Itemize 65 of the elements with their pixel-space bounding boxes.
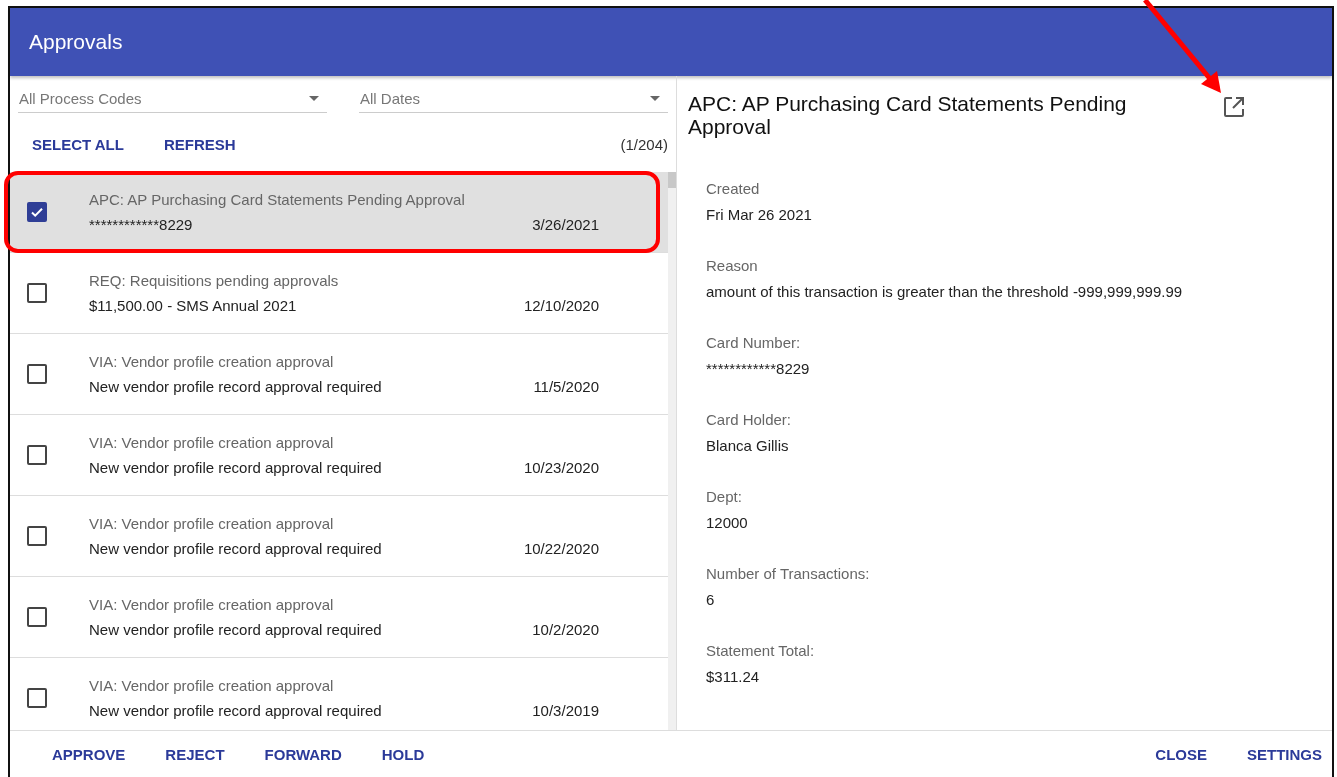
- field-label: Number of Transactions:: [706, 565, 871, 582]
- field-label: Statement Total:: [706, 642, 816, 659]
- field-value: ************8229: [706, 360, 811, 377]
- field-label: Card Number:: [706, 334, 802, 351]
- item-date: 10/3/2019: [532, 702, 599, 719]
- item-subtitle: New vendor profile record approval required: [89, 621, 382, 638]
- item-count: (1/204): [620, 135, 668, 153]
- item-date: 10/22/2020: [523, 540, 599, 557]
- checkbox[interactable]: [27, 283, 47, 303]
- item-subtitle: $11,500.00 - SMS Annual 2021: [89, 297, 297, 314]
- item-date: 11/5/2020: [533, 378, 599, 395]
- open-in-new-icon[interactable]: [1223, 96, 1245, 118]
- footer-action-button[interactable]: FORWARD: [254, 739, 352, 769]
- field-value: Blanca Gillis: [706, 437, 790, 454]
- item-title: VIA: Vendor profile creation approval: [89, 353, 335, 370]
- item-subtitle: New vendor profile record approval required: [89, 702, 382, 719]
- footer-action-button[interactable]: SETTINGS: [1237, 739, 1332, 769]
- approval-item[interactable]: VIA: Vendor profile creation approval New vendor profile record approval required 10/23/2020: [10, 415, 668, 496]
- checkbox[interactable]: [27, 526, 47, 546]
- field-value: Fri Mar 26 2021: [706, 206, 813, 223]
- footer-action-button[interactable]: HOLD: [371, 739, 435, 769]
- checkbox[interactable]: [27, 445, 47, 465]
- item-date: 10/2/2020: [532, 621, 599, 638]
- filter-dropdown[interactable]: All Process Codes: [18, 84, 327, 113]
- item-title: VIA: Vendor profile creation approval: [89, 515, 335, 532]
- item-title: REQ: Requisitions pending approvals: [89, 272, 340, 289]
- detail-title: APC: AP Purchasing Card Statements Pending Approval: [688, 92, 1128, 138]
- approval-item[interactable]: APC: AP Purchasing Card Statements Pending Approval ************8229 3/26/2021: [10, 172, 668, 253]
- item-date: 3/26/2021: [532, 216, 599, 233]
- footer-action-button[interactable]: APPROVE: [42, 739, 136, 769]
- item-title: APC: AP Purchasing Card Statements Pending Approval: [89, 191, 466, 208]
- caret-icon: [309, 95, 319, 101]
- footer-action-button[interactable]: REJECT: [155, 739, 235, 769]
- item-title: VIA: Vendor profile creation approval: [89, 434, 335, 451]
- item-date: 12/10/2020: [523, 297, 599, 314]
- checkbox[interactable]: [27, 607, 47, 627]
- field-label: Reason: [706, 257, 759, 274]
- item-title: VIA: Vendor profile creation approval: [89, 596, 335, 613]
- field-value: 12000: [706, 514, 749, 531]
- approval-item[interactable]: VIA: Vendor profile creation approval New vendor profile record approval required 10/2/2020: [10, 577, 668, 658]
- field-value: $311.24: [706, 668, 761, 685]
- approval-item[interactable]: REQ: Requisitions pending approvals $11,500.00 - SMS Annual 2021 12/10/2020: [10, 253, 668, 334]
- window-title: Approvals: [29, 30, 123, 54]
- item-subtitle: New vendor profile record approval required: [89, 378, 382, 395]
- scrollbar[interactable]: [668, 172, 676, 730]
- field-value: 6: [706, 591, 716, 608]
- item-subtitle: New vendor profile record approval required: [89, 459, 382, 476]
- checkbox[interactable]: [27, 688, 47, 708]
- list-action-button[interactable]: SELECT ALL: [22, 129, 134, 159]
- list-action-button[interactable]: REFRESH: [153, 129, 246, 159]
- footer-action-button[interactable]: CLOSE: [1145, 739, 1217, 769]
- filter-dropdown[interactable]: All Dates: [359, 84, 668, 113]
- field-label: Card Holder:: [706, 411, 793, 428]
- approval-item[interactable]: VIA: Vendor profile creation approval New vendor profile record approval required 11/5/2020: [10, 334, 668, 415]
- item-subtitle: New vendor profile record approval required: [89, 540, 382, 557]
- item-subtitle: ************8229: [89, 216, 193, 233]
- field-value: amount of this transaction is greater than the threshold -999,999,999.99: [706, 283, 1184, 300]
- approval-item[interactable]: VIA: Vendor profile creation approval New vendor profile record approval required 10/22/2020: [10, 496, 668, 577]
- checkbox[interactable]: [27, 364, 47, 384]
- checkbox[interactable]: [27, 202, 47, 222]
- item-date: 10/23/2020: [523, 459, 599, 476]
- caret-icon: [650, 95, 660, 101]
- field-label: Created: [706, 180, 761, 197]
- field-label: Dept:: [706, 488, 743, 505]
- item-title: VIA: Vendor profile creation approval: [89, 677, 335, 694]
